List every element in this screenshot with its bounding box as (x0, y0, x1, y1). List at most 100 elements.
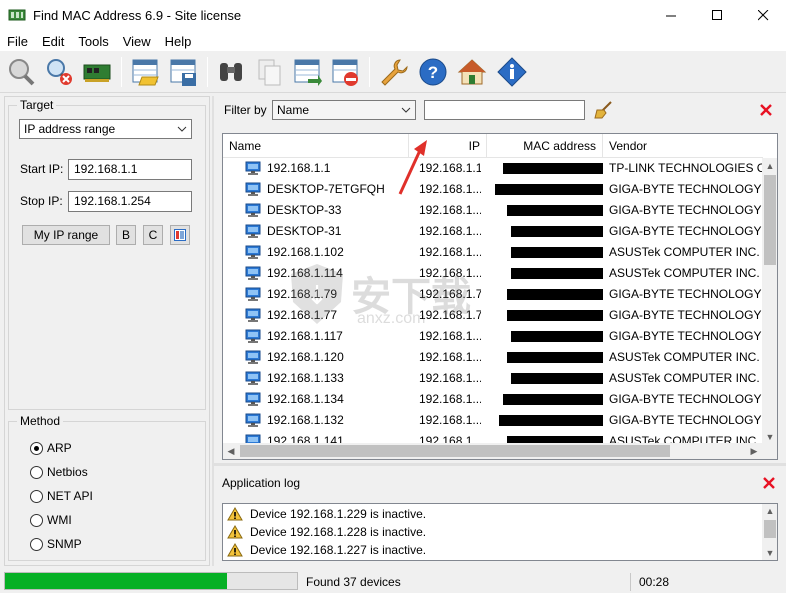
table-row[interactable]: 192.168.1.102 192.168.1.... ASUSTek COMPUT… (223, 242, 763, 263)
method-netbios-radio[interactable]: Netbios (30, 465, 88, 479)
settings-button[interactable] (376, 55, 410, 89)
log-scrollbar[interactable]: ▲ ▼ (762, 504, 777, 560)
clear-filter-button[interactable] (594, 101, 614, 119)
method-option-label: ARP (47, 441, 72, 455)
table-row[interactable]: DESKTOP-31 192.168.1.... GIGA-BYTE TECHNOL… (223, 221, 763, 242)
vertical-splitter[interactable] (212, 96, 214, 566)
cell-name: DESKTOP-7ETGFQH (267, 182, 385, 196)
network-card-button[interactable] (80, 55, 114, 89)
info-button[interactable] (495, 55, 529, 89)
warning-icon (227, 543, 243, 557)
cell-name: 192.168.1.1 (267, 161, 331, 175)
menu-tools[interactable]: Tools (71, 34, 115, 49)
horizontal-scroll-thumb[interactable] (240, 445, 670, 457)
class-b-button[interactable]: B (116, 225, 136, 245)
table-row[interactable]: 192.168.1.1 192.168.1.1 TP-LINK TECHNOLOGI… (223, 158, 763, 179)
cell-name: 192.168.1.117 (267, 329, 343, 343)
cell-mac (493, 284, 603, 305)
method-snmp-radio[interactable]: SNMP (30, 537, 82, 551)
horizontal-splitter[interactable] (214, 463, 786, 466)
close-log-button[interactable] (763, 477, 775, 489)
menu-edit[interactable]: Edit (35, 34, 71, 49)
method-wmi-radio[interactable]: WMI (30, 513, 72, 527)
help-button[interactable]: ? (416, 55, 450, 89)
table-row[interactable]: 192.168.1.134 192.168.1.... GIGA-BYTE TECH… (223, 389, 763, 410)
device-list[interactable]: Name IP MAC address Vendor 192.168.1.1 19… (222, 133, 778, 460)
cell-ip: 192.168.1.... (419, 203, 481, 217)
table-row[interactable]: 192.168.1.117 192.168.1.... GIGA-BYTE TECH… (223, 326, 763, 347)
cell-mac (493, 221, 603, 242)
maximize-button[interactable] (694, 0, 740, 31)
cell-ip: 192.168.1.... (419, 329, 481, 343)
cell-ip: 192.168.1.... (419, 371, 481, 385)
close-button[interactable] (740, 0, 786, 31)
save-button[interactable] (166, 55, 200, 89)
table-row[interactable]: 192.168.1.114 192.168.1.... ASUSTek COMPUT… (223, 263, 763, 284)
log-scroll-thumb[interactable] (764, 520, 776, 538)
export-button[interactable] (290, 55, 324, 89)
network-card-icon (83, 64, 111, 82)
close-list-button[interactable] (760, 104, 772, 116)
redaction-bar (495, 184, 603, 195)
scroll-down-arrow[interactable]: ▼ (762, 546, 777, 560)
column-mac[interactable]: MAC address (487, 134, 603, 158)
scan-button[interactable] (4, 55, 38, 89)
find-button[interactable] (214, 55, 248, 89)
open-button[interactable] (128, 55, 162, 89)
application-log[interactable]: Device 192.168.1.229 is inactive. Device… (222, 503, 778, 561)
copy-button[interactable] (252, 55, 286, 89)
method-arp-radio[interactable]: ARP (30, 441, 72, 455)
table-row[interactable]: DESKTOP-33 192.168.1.... GIGA-BYTE TECHNOL… (223, 200, 763, 221)
menu-view[interactable]: View (116, 34, 158, 49)
redaction-bar (503, 163, 603, 174)
cell-vendor: GIGA-BYTE TECHNOLOGY CO.,LTD. (609, 203, 763, 217)
target-mode-select[interactable]: IP address range (19, 119, 192, 139)
status-bar: Found 37 devices 00:28 (0, 571, 786, 593)
filter-field-value: Name (277, 103, 310, 117)
class-c-button[interactable]: C (143, 225, 163, 245)
column-vendor[interactable]: Vendor (603, 134, 763, 158)
stop-ip-input[interactable]: 192.168.1.254 (68, 191, 192, 212)
method-netapi-radio[interactable]: NET API (30, 489, 93, 503)
cell-name: 192.168.1.120 (267, 350, 344, 364)
start-ip-input[interactable]: 192.168.1.1 (68, 159, 192, 180)
redaction-bar (511, 331, 603, 342)
scan-icon (9, 59, 35, 86)
column-name[interactable]: Name (223, 134, 409, 158)
minimize-button[interactable] (648, 0, 694, 31)
filter-field-select[interactable]: Name (272, 100, 416, 120)
computer-icon (245, 329, 261, 343)
stop-scan-icon (47, 59, 72, 85)
table-row[interactable]: DESKTOP-7ETGFQH 192.168.1.... GIGA-BYTE TE… (223, 179, 763, 200)
ip-list-button[interactable] (170, 225, 190, 245)
table-row[interactable]: 192.168.1.120 192.168.1.... ASUSTek COMPUT… (223, 347, 763, 368)
table-row[interactable]: 192.168.1.133 192.168.1.... ASUSTek COMPUT… (223, 368, 763, 389)
table-row[interactable]: 192.168.1.79 192.168.1.79 GIGA-BYTE TECHNO… (223, 284, 763, 305)
vertical-scrollbar[interactable]: ▲ ▼ (762, 158, 777, 445)
cell-name: 192.168.1.102 (267, 245, 344, 259)
filter-input[interactable] (424, 100, 585, 120)
my-ip-range-button[interactable]: My IP range (22, 225, 110, 245)
app-icon (8, 9, 26, 21)
stop-scan-button[interactable] (42, 55, 76, 89)
vertical-scroll-thumb[interactable] (764, 175, 776, 265)
target-mode-value: IP address range (24, 122, 116, 136)
cell-mac (493, 368, 603, 389)
delete-icon (332, 59, 358, 86)
table-row[interactable]: 192.168.1.77 192.168.1.77 GIGA-BYTE TECHNO… (223, 305, 763, 326)
scroll-up-arrow[interactable]: ▲ (762, 504, 777, 518)
log-entry-text: Device 192.168.1.229 is inactive. (250, 507, 427, 521)
minimize-icon (665, 15, 676, 17)
computer-icon (245, 392, 261, 406)
horizontal-scrollbar[interactable]: ◀ ▶ (223, 443, 762, 459)
menu-help[interactable]: Help (158, 34, 199, 49)
scroll-left-arrow[interactable]: ◀ (223, 443, 239, 459)
scroll-up-arrow[interactable]: ▲ (762, 158, 777, 174)
delete-button[interactable] (328, 55, 362, 89)
cell-mac (493, 347, 603, 368)
menu-file[interactable]: File (0, 34, 35, 49)
table-row[interactable]: 192.168.1.132 192.168.1.... GIGA-BYTE TECH… (223, 410, 763, 431)
scroll-right-arrow[interactable]: ▶ (746, 443, 762, 459)
home-button[interactable] (455, 55, 489, 89)
broom-icon (594, 101, 612, 119)
